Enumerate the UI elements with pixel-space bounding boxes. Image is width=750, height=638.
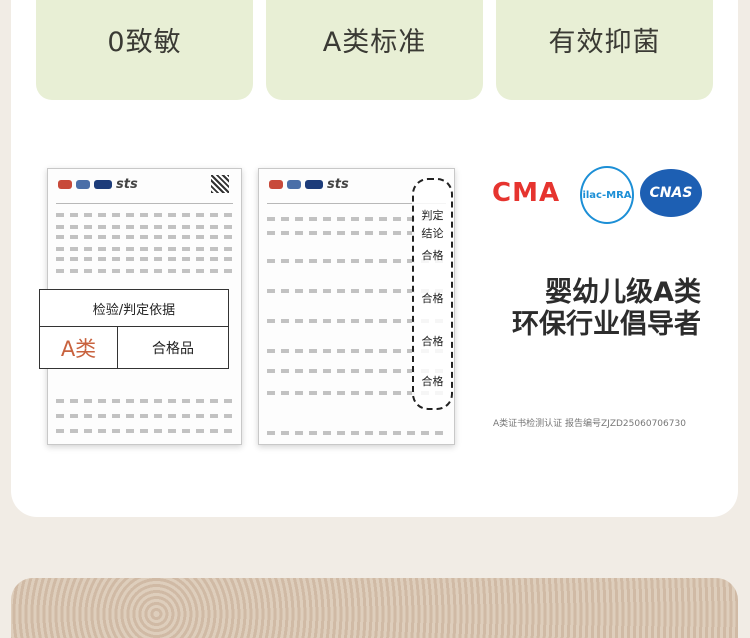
text-row — [56, 225, 233, 229]
text-row — [56, 399, 233, 403]
text-row — [56, 257, 233, 261]
cnas-mini-logo-icon — [94, 180, 112, 189]
qr-code-icon — [211, 175, 229, 193]
feature-label: 0致敏 — [107, 26, 182, 58]
inspection-basis-callout: 检验/判定依据 A类 合格品 — [39, 289, 229, 369]
feature-badge-hypoallergenic: 0致敏 — [36, 0, 253, 100]
accreditation-logos: sts — [58, 177, 231, 192]
text-row — [56, 247, 233, 251]
text-row — [56, 235, 233, 239]
text-row — [267, 431, 446, 435]
verdict-title: 结论 — [421, 227, 444, 240]
report-number-note: A类证书检测认证 报告编号ZJZD25060706730 — [493, 419, 686, 429]
cnas-logo: CNAS — [640, 169, 702, 217]
text-row — [56, 269, 233, 273]
feature-badge-class-a: A类标准 — [266, 0, 483, 100]
ilac-mini-logo-icon — [76, 180, 90, 189]
callout-grade: A类 — [40, 327, 118, 368]
verdict-result: 合格 — [421, 375, 444, 388]
report-header: sts — [58, 177, 231, 199]
headline-line-2: 环保行业倡导者 — [512, 309, 701, 340]
text-row — [56, 429, 233, 433]
ilac-mini-logo-icon — [287, 180, 301, 189]
rule-line — [56, 203, 233, 204]
cma-logo: CMA — [492, 178, 561, 208]
feature-label: A类标准 — [322, 26, 427, 58]
sts-logo: sts — [116, 177, 138, 192]
feature-badge-antibacterial: 有效抑菌 — [496, 0, 713, 100]
fabric-texture-image — [11, 578, 738, 638]
cnas-mini-logo-icon — [305, 180, 323, 189]
text-row — [56, 213, 233, 217]
cma-mini-logo-icon — [58, 180, 72, 189]
text-row — [56, 414, 233, 418]
verdict-result: 合格 — [421, 335, 444, 348]
verdict-column: 判定 结论 合格 合格 合格 合格 — [412, 178, 453, 410]
verdict-result: 合格 — [421, 292, 444, 305]
cma-mini-logo-icon — [269, 180, 283, 189]
callout-title: 检验/判定依据 — [40, 290, 228, 327]
verdict-result: 合格 — [421, 249, 444, 262]
ilac-mra-logo: ilac-MRA — [580, 166, 634, 224]
feature-label: 有效抑菌 — [548, 26, 661, 58]
callout-result: 合格品 — [152, 340, 194, 357]
sts-logo: sts — [327, 177, 349, 192]
verdict-title: 判定 — [421, 209, 444, 222]
